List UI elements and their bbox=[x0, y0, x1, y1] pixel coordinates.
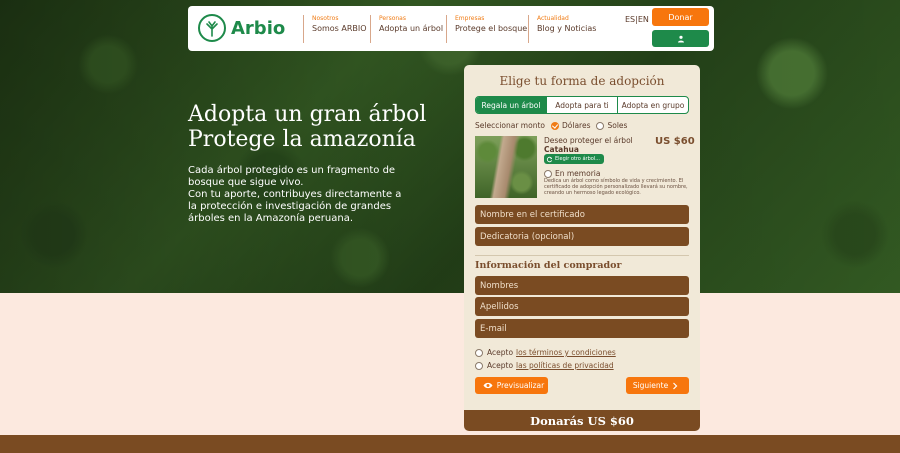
refresh-icon bbox=[546, 156, 553, 162]
terms-link[interactable]: los términos y condiciones bbox=[516, 348, 616, 357]
choose-other-tree-button[interactable]: Elegir otro árbol... bbox=[544, 154, 604, 164]
tree-price: US $60 bbox=[655, 136, 695, 147]
tab-adopta-en-grupo[interactable]: Adopta en grupo bbox=[617, 97, 688, 113]
tab-adopta-para-ti[interactable]: Adopta para ti bbox=[546, 97, 617, 113]
currency-usd-radio[interactable] bbox=[551, 121, 559, 130]
adoption-type-tabs: Regala un árbol Adopta para ti Adopta en… bbox=[475, 96, 689, 114]
site-header: Arbio Nosotros Somos ARBIO Personas Adop… bbox=[188, 6, 714, 51]
nav-main-label: Protege el bosque bbox=[455, 24, 528, 33]
nav-sub-label: Nosotros bbox=[312, 15, 339, 22]
tree-name: Catahua bbox=[544, 145, 579, 154]
hero-description: Cada árbol protegido es un fragmento de … bbox=[188, 165, 408, 225]
surnames-input[interactable]: Apellidos bbox=[475, 297, 689, 316]
donate-button[interactable]: Donar bbox=[652, 8, 709, 26]
accept-terms-row: Acepto los términos y condiciones bbox=[475, 348, 616, 357]
memoria-radio[interactable] bbox=[544, 169, 552, 178]
nav-sub-label: Personas bbox=[379, 15, 406, 22]
nav-item-empresas[interactable]: Empresas Protege el bosque bbox=[446, 15, 527, 43]
accept-privacy-prefix: Acepto bbox=[487, 361, 514, 370]
nav-item-personas[interactable]: Personas Adopta un árbol bbox=[370, 15, 443, 43]
accept-privacy-row: Acepto las políticas de privacidad bbox=[475, 361, 614, 370]
nav-item-nosotros[interactable]: Nosotros Somos ARBIO bbox=[303, 15, 367, 43]
preview-label: Previsualizar bbox=[496, 381, 545, 390]
logo-text: Arbio bbox=[231, 17, 286, 39]
chevron-right-icon bbox=[673, 382, 678, 389]
tree-logo-icon bbox=[198, 14, 226, 42]
accept-privacy-checkbox[interactable] bbox=[475, 361, 483, 370]
hero-text-2: Con tu aporte, contribuyes directamente … bbox=[188, 189, 402, 224]
currency-usd-label: Dólares bbox=[562, 121, 591, 130]
hero-text-1: Cada árbol protegido es un fragmento de … bbox=[188, 165, 396, 188]
accept-terms-checkbox[interactable] bbox=[475, 348, 483, 357]
dedication-input[interactable]: Dedicatoria (opcional) bbox=[475, 227, 689, 246]
preview-button[interactable]: Previsualizar bbox=[475, 377, 548, 394]
donation-summary: Donarás US $60 bbox=[464, 410, 700, 431]
form-title: Elige tu forma de adopción bbox=[499, 74, 665, 88]
nav-sub-label: Empresas bbox=[455, 15, 485, 22]
monto-label: Seleccionar monto bbox=[475, 121, 545, 130]
names-input[interactable]: Nombres bbox=[475, 276, 689, 295]
choose-other-tree-label: Elegir otro árbol... bbox=[555, 156, 600, 162]
adoption-form-card: Elige tu forma de adopción Regala un árb… bbox=[464, 65, 700, 431]
next-button[interactable]: Siguiente bbox=[626, 377, 689, 394]
memoria-description: Dedica un árbol como símbolo de vida y c… bbox=[544, 178, 688, 196]
section-divider bbox=[475, 255, 689, 256]
memoria-label: En memoria bbox=[555, 169, 601, 178]
next-label: Siguiente bbox=[632, 381, 669, 390]
footer-band bbox=[0, 435, 900, 453]
nav-main-label: Somos ARBIO bbox=[312, 24, 367, 33]
currency-pen-radio[interactable] bbox=[596, 121, 605, 130]
currency-pen-label: Soles bbox=[607, 121, 628, 130]
nav-main-label: Adopta un árbol bbox=[379, 24, 444, 33]
nav-item-actualidad[interactable]: Actualidad Blog y Noticias bbox=[528, 15, 596, 43]
accept-terms-prefix: Acepto bbox=[487, 348, 514, 357]
currency-selector: Seleccionar monto Dólares Soles bbox=[475, 121, 627, 130]
language-switcher[interactable]: ES|EN bbox=[625, 15, 649, 24]
hero-title-line2: Protege la amazonía bbox=[188, 127, 416, 152]
hero-title-line1: Adopta un gran árbol bbox=[188, 102, 427, 127]
email-input[interactable]: E-mail bbox=[475, 319, 689, 338]
privacy-link[interactable]: las políticas de privacidad bbox=[516, 361, 614, 370]
nav-sub-label: Actualidad bbox=[537, 15, 569, 22]
logo[interactable]: Arbio bbox=[198, 14, 285, 42]
memoria-option: En memoria bbox=[544, 169, 600, 178]
tab-regala-un-arbol[interactable]: Regala un árbol bbox=[476, 97, 546, 113]
eye-icon bbox=[483, 382, 493, 389]
certificate-name-input[interactable]: Nombre en el certificado bbox=[475, 205, 689, 224]
buyer-info-title: Información del comprador bbox=[475, 260, 622, 271]
tree-photo bbox=[475, 136, 537, 198]
user-button[interactable] bbox=[652, 30, 709, 47]
tree-label: Deseo proteger el árbol bbox=[544, 136, 633, 145]
hero-title: Adopta un gran árbol Protege la amazonía bbox=[188, 102, 426, 152]
user-icon bbox=[677, 35, 684, 42]
nav-main-label: Blog y Noticias bbox=[537, 24, 597, 33]
